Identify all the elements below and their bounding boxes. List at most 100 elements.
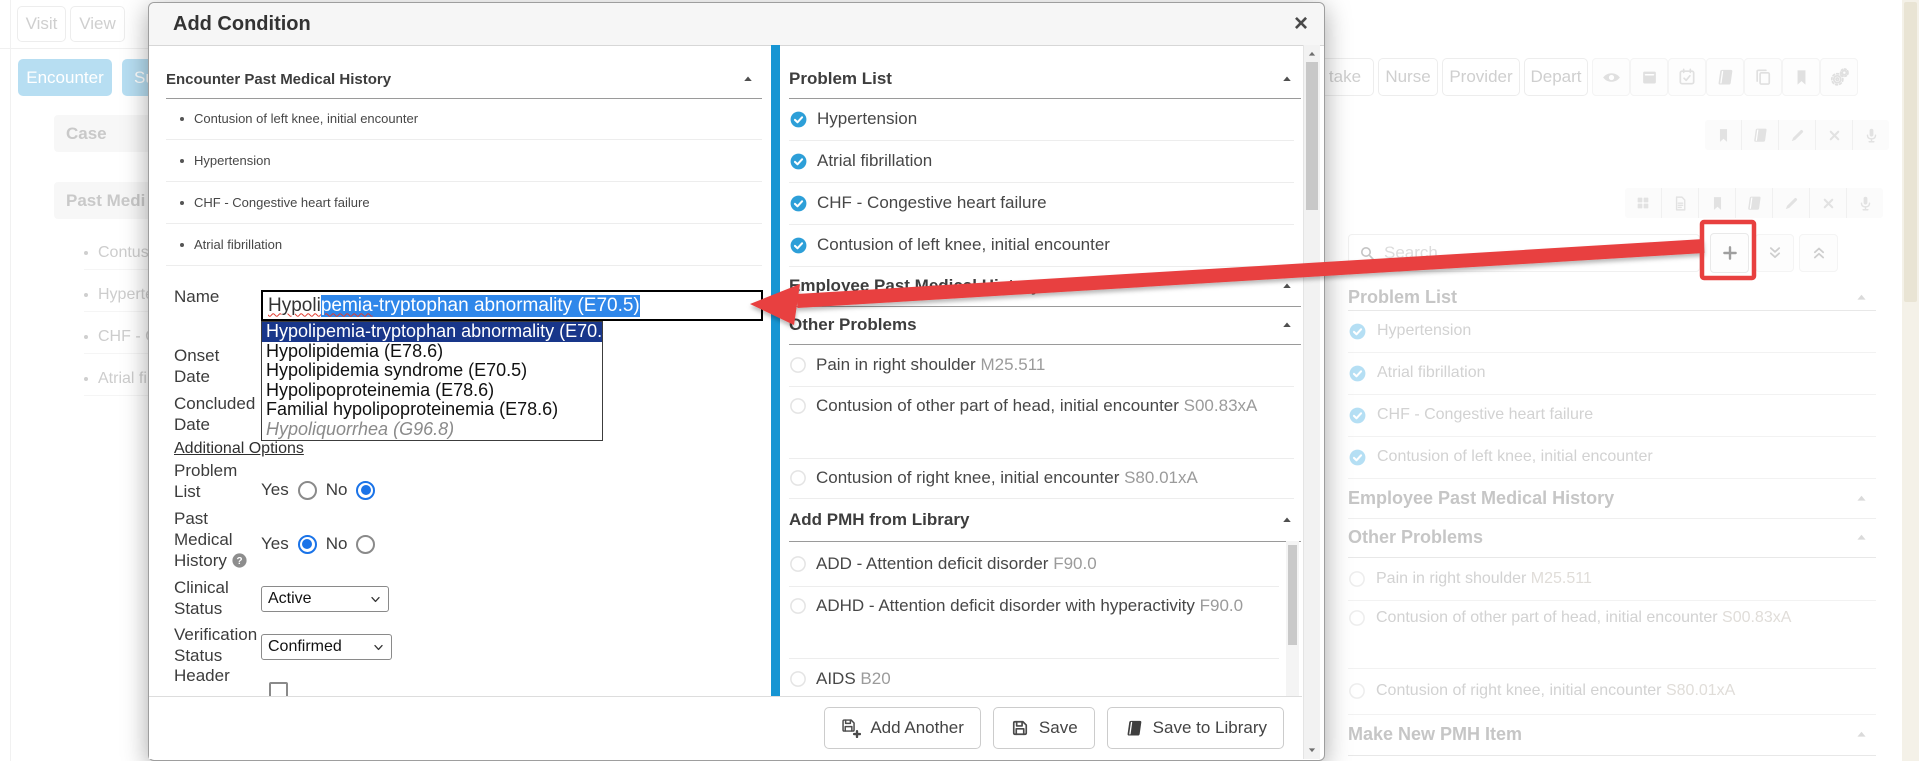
page-scrollbar-thumb[interactable] [1904,2,1917,302]
suggestion-item[interactable]: Hypolipidemia (E78.6) [262,342,602,362]
bookmark-button[interactable] [1705,120,1741,150]
expand-all-button[interactable] [1799,234,1838,272]
check-circle-icon[interactable] [789,152,808,171]
schedule-button[interactable] [1668,58,1706,96]
pmh-no-radio[interactable] [356,535,375,554]
add-pmh-library-heading[interactable]: Add PMH from Library [789,498,1301,542]
edit-button[interactable] [1778,120,1815,150]
suggestion-item[interactable]: Familial hypolipoproteinemia (E78.6) [262,400,602,420]
add-condition-button[interactable] [1710,233,1749,273]
dictate-button[interactable] [1846,188,1883,218]
circle-icon[interactable] [789,555,807,573]
circle-icon[interactable] [789,356,807,374]
other-problem-item[interactable]: Contusion of right knee, initial encount… [789,458,1294,499]
bookmark-button[interactable] [1782,58,1820,96]
nav-visit-button[interactable]: Visit [17,6,66,42]
bg-other-problem-item[interactable]: Contusion of other part of head, initial… [1348,600,1876,669]
problem-item[interactable]: Hypertension [789,98,1294,141]
library-button[interactable] [1741,120,1778,150]
library-item[interactable]: ADHD - Attention deficit disorder with h… [789,586,1279,659]
check-circle-icon[interactable] [789,110,808,129]
nav-nurse-button[interactable]: Nurse [1378,58,1438,96]
circle-icon[interactable] [789,670,807,688]
caret-up-icon[interactable] [1855,291,1868,304]
library-scrollbar-thumb[interactable] [1288,545,1297,645]
caret-up-icon[interactable] [742,73,754,85]
bg-other-problem-item[interactable]: Contusion of right knee, initial encount… [1348,668,1876,715]
bookmark-button[interactable] [1698,188,1735,218]
employee-pmh-heading[interactable]: Employee Past Medical History [789,266,1301,307]
encounter-button[interactable]: Encounter [18,59,112,96]
modal-scrollbar-thumb[interactable] [1306,62,1318,210]
copy-button[interactable] [1744,58,1782,96]
condition-name-input[interactable]: Hypolipemia-tryptophan abnormality (E70.… [261,290,763,321]
verification-status-select[interactable]: Confirmed [261,634,392,660]
suggestion-item[interactable]: Hypolipidemia syndrome (E70.5) [262,361,602,381]
circle-icon[interactable] [789,597,807,615]
page-scrollbar[interactable] [1902,0,1919,761]
circle-icon[interactable] [789,397,807,415]
save-button[interactable]: Save [993,707,1095,749]
encounter-pmh-heading[interactable]: Encounter Past Medical History [166,60,762,99]
nav-provider-button[interactable]: Provider [1442,58,1520,96]
help-icon[interactable]: ? [231,552,248,569]
bg-problem-list-heading[interactable]: Problem List [1348,284,1876,311]
bg-other-problems-heading[interactable]: Other Problems [1348,518,1876,558]
other-problems-heading[interactable]: Other Problems [789,306,1301,345]
bg-problem-item[interactable]: Contusion of left knee, initial encounte… [1348,436,1876,479]
clinical-status-select[interactable]: Active [261,586,389,612]
bg-problem-item[interactable]: Atrial fibrillation [1348,352,1876,395]
caret-up-icon[interactable] [1281,280,1293,292]
suggestion-item-selected[interactable]: Hypolipemia-tryptophan abnormality (E70.… [262,322,602,342]
grid-view-button[interactable] [1625,188,1661,218]
problem-list-yes-radio[interactable] [298,481,317,500]
bg-employee-pmh-heading[interactable]: Employee Past Medical History [1348,478,1876,519]
caret-up-icon[interactable] [1855,531,1868,544]
add-another-button[interactable]: Add Another [824,707,981,749]
pmh-yes-radio[interactable] [298,535,317,554]
delete-button[interactable] [1809,188,1846,218]
caret-up-icon[interactable] [1855,728,1868,741]
close-button[interactable]: × [1294,12,1308,36]
bg-problem-item[interactable]: CHF - Congestive heart failure [1348,394,1876,437]
caret-up-icon[interactable] [1855,492,1868,505]
case-section-header[interactable]: Case [54,115,160,152]
nav-view-button[interactable]: View [70,6,125,42]
check-circle-icon[interactable] [789,236,808,255]
other-problem-item[interactable]: Pain in right shoulder M25.511 [789,344,1294,387]
problem-item[interactable]: CHF - Congestive heart failure [789,182,1294,225]
suggestion-item-muted[interactable]: Hypoliquorrhea (G96.8) [262,420,602,440]
collapse-all-button[interactable] [1755,234,1794,272]
delete-button[interactable] [1815,120,1852,150]
past-medical-history-section-header[interactable]: Past Medi [54,182,160,219]
caret-up-icon[interactable] [1281,73,1293,85]
problem-list-no-radio[interactable] [356,481,375,500]
library-scrollbar[interactable] [1286,541,1299,696]
settings-button[interactable] [1820,58,1858,96]
caret-up-icon[interactable] [1281,319,1293,331]
library-button[interactable] [1706,58,1744,96]
circle-icon[interactable] [789,469,807,487]
visibility-button[interactable] [1592,58,1630,96]
other-problem-item[interactable]: Contusion of other part of head, initial… [789,386,1294,459]
problem-item[interactable]: Contusion of left knee, initial encounte… [789,224,1294,267]
library-button[interactable] [1735,188,1772,218]
check-circle-icon[interactable] [789,194,808,213]
modal-scrollbar[interactable] [1303,45,1320,759]
archive-button[interactable] [1630,58,1668,96]
edit-button[interactable] [1772,188,1809,218]
suggestion-item[interactable]: Hypolipoproteinemia (E78.6) [262,381,602,401]
dictate-button[interactable] [1852,120,1889,150]
library-item[interactable]: ADD - Attention deficit disorder F90.0 [789,541,1279,587]
scroll-up-icon[interactable] [1307,49,1317,59]
bg-other-problem-item[interactable]: Pain in right shoulder M25.511 [1348,557,1876,601]
bg-make-new-pmh-heading[interactable]: Make New PMH Item [1348,714,1876,756]
library-item[interactable]: AIDS B20 [789,658,1279,699]
nav-depart-button[interactable]: Depart [1524,58,1588,96]
problem-item[interactable]: Atrial fibrillation [789,140,1294,183]
problem-list-heading[interactable]: Problem List [789,60,1301,99]
additional-options-link[interactable]: Additional Options [174,440,304,458]
document-button[interactable] [1661,188,1698,218]
scroll-down-icon[interactable] [1307,745,1317,755]
save-to-library-button[interactable]: Save to Library [1107,707,1284,749]
